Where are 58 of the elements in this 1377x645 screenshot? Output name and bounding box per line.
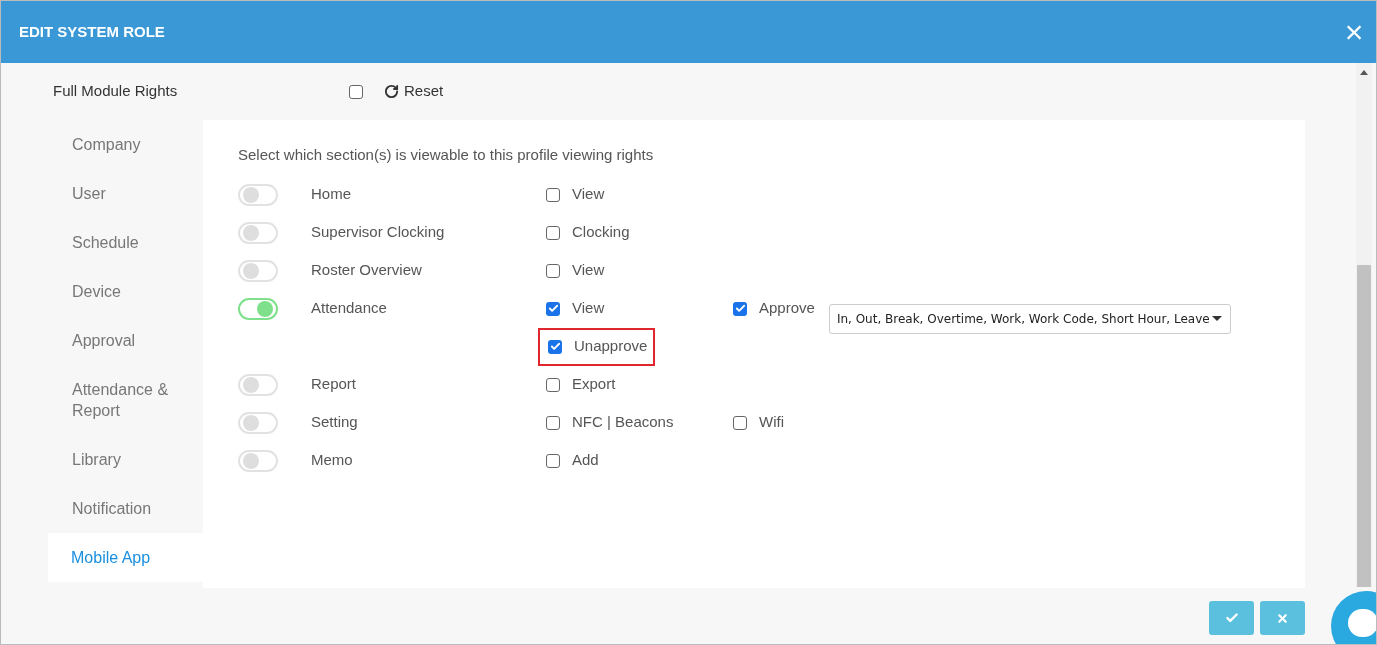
option-label: Clocking — [572, 222, 630, 243]
dropdown-value: In, Out, Break, Overtime, Work, Work Code, Short Hour, Leave — [836, 310, 1210, 328]
checkbox[interactable] — [349, 84, 363, 99]
check-icon — [734, 303, 746, 314]
module-label: Roster Overview — [311, 260, 423, 281]
checkbox[interactable] — [546, 453, 560, 468]
sidebar-item[interactable]: Mobile App — [48, 533, 203, 582]
checkbox[interactable] — [546, 377, 560, 392]
module-label: Memo — [311, 450, 354, 471]
sidebar-item[interactable]: Company — [48, 120, 203, 169]
close-button[interactable]: × — [1342, 16, 1366, 48]
reset-icon — [384, 84, 399, 99]
checkbox[interactable] — [548, 339, 562, 354]
checkbox[interactable] — [546, 301, 560, 316]
option-label: Export — [572, 374, 616, 395]
option-label: Wifi — [759, 412, 784, 433]
toggle-switch[interactable] — [238, 259, 278, 282]
option-label: Approve — [759, 298, 815, 319]
checkbox[interactable] — [546, 415, 560, 430]
dialog-title: EDIT SYSTEM ROLE — [19, 21, 165, 42]
toggle-switch[interactable] — [238, 449, 278, 472]
module-label: Report — [311, 374, 358, 395]
toggle-switch[interactable] — [238, 373, 278, 396]
toggle-switch[interactable] — [238, 297, 278, 320]
toggle-switch[interactable] — [238, 183, 278, 206]
full-module-rights-label: Full Module Rights — [53, 81, 179, 102]
sidebar-item[interactable]: Approval — [48, 316, 203, 365]
module-label: Home — [311, 184, 352, 205]
sidebar-item[interactable]: Notification — [48, 484, 203, 533]
caret-icon — [1211, 316, 1222, 321]
toggle-switch[interactable] — [238, 221, 278, 244]
checkbox[interactable] — [733, 301, 747, 316]
check-icon — [549, 341, 561, 352]
option-label: View — [572, 298, 605, 319]
close-icon — [1276, 611, 1289, 625]
module-label: Attendance — [311, 298, 388, 319]
sidebar-item[interactable]: Device — [48, 267, 203, 316]
sidebar-item[interactable]: User — [48, 169, 203, 218]
checkbox[interactable] — [546, 225, 560, 240]
option-label: View — [572, 260, 605, 281]
module-label: Setting — [311, 412, 359, 433]
check-icon — [1224, 611, 1239, 625]
sidebar-item[interactable]: Attendance & Report — [48, 365, 203, 435]
module-label: Supervisor Clocking — [311, 222, 446, 243]
option-label: View — [572, 184, 605, 205]
checkbox[interactable] — [546, 263, 560, 278]
intro-text: Select which section(s) is viewable to this profile viewing rights — [238, 145, 655, 165]
option-label: Add — [572, 450, 599, 471]
checkbox[interactable] — [733, 415, 747, 430]
sidebar-item[interactable]: Library — [48, 435, 203, 484]
checkbox[interactable] — [546, 187, 560, 202]
check-icon — [547, 303, 559, 314]
reset-button[interactable]: Reset — [384, 80, 444, 103]
sidebar-item[interactable]: Schedule — [48, 218, 203, 267]
toggle-switch[interactable] — [238, 411, 278, 434]
approve-dropdown[interactable]: In, Out, Break, Overtime, Work, Work Code, Short Hour, Leave — [828, 303, 1231, 334]
option-label: NFC | Beacons — [572, 412, 674, 433]
option-label: Unapprove — [574, 336, 648, 357]
